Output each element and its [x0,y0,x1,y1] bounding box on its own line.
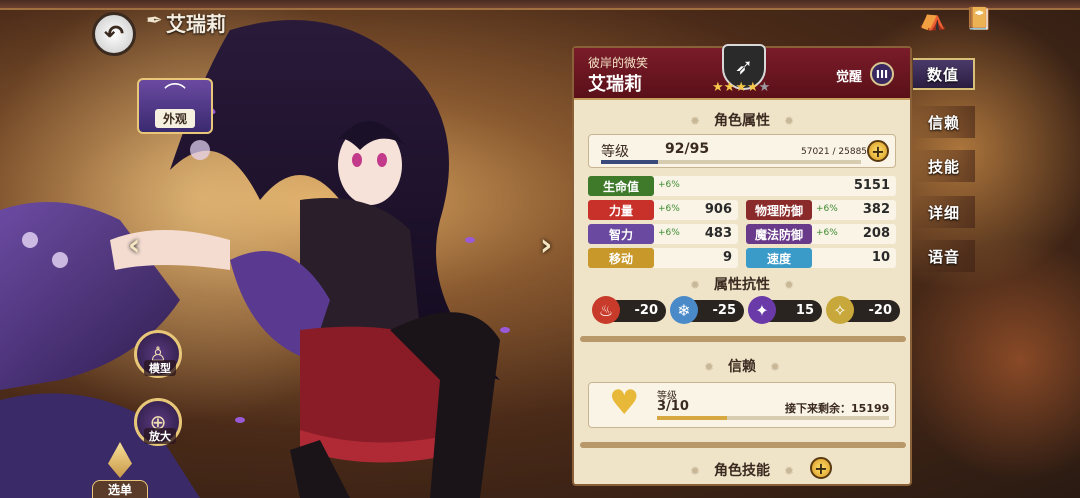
dark-icon: ✦ [748,296,776,324]
character-name-header: 艾瑞莉 [166,12,226,36]
level-label: 等级 [601,144,629,160]
exp-progress-bar [601,160,861,164]
stat-value: 9 [722,250,732,265]
tab-trust[interactable]: 信赖 [913,106,975,138]
stat-row-speed: 速度 10 [746,248,896,268]
hero-name: 艾瑞莉 [588,74,642,95]
stat-label: 物理防御 [746,200,812,220]
tab-skills[interactable]: 技能 [913,150,975,182]
stat-label: 移动 [588,248,654,268]
trust-title: 信赖 [574,356,910,376]
next-character-arrow[interactable]: › [540,228,552,263]
back-button[interactable]: ↶ [92,12,136,56]
trust-remaining: 接下来剩余：15199 [785,402,890,415]
stat-row-intelligence: 智力 +6% 483 [588,224,738,244]
star-icon: ★ [746,80,759,95]
awaken-label: 觉醒 [836,70,863,85]
trust-progress-bar [657,416,889,420]
stat-value: 483 [704,226,732,241]
tab-stats[interactable]: 数值 [913,58,975,90]
panel-divider [580,442,906,448]
star-icon: ★ [723,80,736,95]
exp-value: 57021 / 258859 [801,147,873,157]
character-info-panel: 彼岸的微笑 艾瑞莉 ➶ ★★★★★ 觉醒 III 角色属性 等级 92/95 5… [572,44,912,486]
fire-icon: ♨ [592,296,620,324]
stat-value: 382 [862,202,890,217]
skills-add-button[interactable]: + [810,457,832,479]
menu-gem-icon [108,442,132,478]
stat-row-magic-def: 魔法防御 +6% 208 [746,224,896,244]
heart-icon: ♥ [609,383,640,423]
dark-resistance: ✦ 15 [748,296,822,324]
stat-row-phys-def: 物理防御 +6% 382 [746,200,896,220]
ice-resistance: ❄ -25 [670,296,744,324]
stat-value: 10 [871,250,890,265]
exp-progress-fill [601,160,659,164]
light-resistance: ✧ -20 [826,296,900,324]
light-icon: ✧ [826,296,854,324]
panel-divider [580,336,906,342]
ice-icon: ❄ [670,296,698,324]
level-value: 92/95 [665,141,710,157]
resistance-value: -20 [634,303,659,318]
stat-label: 魔法防御 [746,224,812,244]
menu-label: 选单 [92,480,148,498]
resistance-row: ♨ -20 ❄ -25 ✦ 15 ✧ -20 [592,296,900,326]
stat-bonus: +6% [816,204,838,214]
stat-bonus: +6% [658,228,680,238]
skills-title: 角色技能 [574,460,910,480]
trust-progress-fill [657,416,727,420]
stat-bonus: +6% [658,204,680,214]
stat-value: 906 [704,202,732,217]
stat-bonus: +6% [658,180,680,190]
stat-label: 生命值 [588,176,654,196]
outfit-label: 外观 [154,108,195,128]
awaken-level-badge: III [870,62,894,86]
notebook-icon[interactable]: 📔 [962,4,996,34]
menu-button[interactable]: 选单 [88,440,152,498]
resistance-value: -25 [712,303,737,318]
resistance-value: -20 [868,303,893,318]
star-icon: ★ [735,80,747,95]
stat-value: 5151 [853,178,890,193]
resistance-value: 15 [795,303,814,318]
stat-bonus: +6% [816,228,838,238]
stat-row-strength: 力量 +6% 906 [588,200,738,220]
shop-tent-icon[interactable]: ⛺ [916,4,950,34]
resistance-title: 属性抗性 [574,274,910,294]
previous-character-arrow[interactable]: ‹ [128,228,140,263]
tab-voice[interactable]: 语音 [913,240,975,272]
stat-label: 智力 [588,224,654,244]
trust-box[interactable]: ♥ 等级 3/10 接下来剩余：15199 [588,382,896,428]
trust-level-value: 3/10 [657,399,689,414]
stat-value: 208 [862,226,890,241]
fire-resistance: ♨ -20 [592,296,666,324]
level-box: 等级 92/95 57021 / 258859 + [588,134,896,168]
back-arrow-icon: ↶ [103,20,125,48]
star-icon: ★ [758,80,771,95]
star-rating: ★★★★★ [712,80,770,95]
stat-row-move: 移动 9 [588,248,738,268]
hero-subtitle: 彼岸的微笑 [588,56,649,70]
star-icon: ★ [712,80,724,95]
panel-header: 彼岸的微笑 艾瑞莉 ➶ ★★★★★ 觉醒 III [574,44,910,100]
model-label: 模型 [144,360,176,376]
outfit-button[interactable]: ⌒ 外观 [137,78,213,134]
stat-row-hp: 生命值 +6% 5151 [588,176,896,196]
character-illustration [0,20,510,498]
quill-icon: ✒ [146,8,163,32]
level-up-button[interactable]: + [867,140,889,162]
attributes-title: 角色属性 [574,110,910,130]
tab-details[interactable]: 详细 [913,196,975,228]
stat-label: 力量 [588,200,654,220]
hanger-icon: ⌒ [163,82,186,108]
stat-label: 速度 [746,248,812,268]
